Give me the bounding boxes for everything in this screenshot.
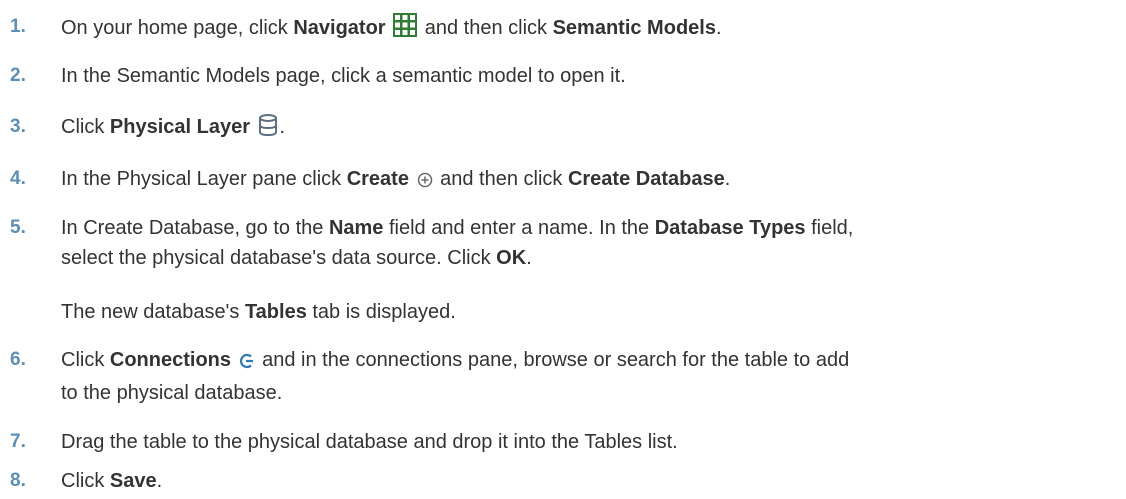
database-types-label: Database Types	[654, 217, 806, 239]
connections-icon	[239, 349, 255, 377]
step-2: 2. In the Semantic Models page, click a …	[0, 62, 1110, 92]
step-5-note: The new database's Tables tab is display…	[61, 301, 456, 323]
step-text: In the Semantic Models page, click a sem…	[61, 65, 626, 87]
step-number: 5.	[10, 217, 26, 238]
step-text: In the Physical Layer pane click Create …	[61, 165, 1110, 196]
step-3: 3. Click Physical Layer .	[0, 113, 1110, 143]
tables-tab-label: Tables	[244, 301, 307, 323]
step-text: Click Save.	[61, 470, 163, 492]
step-number: 8.	[10, 470, 26, 491]
ok-label: OK	[496, 247, 527, 269]
create-label: Create	[346, 168, 409, 190]
create-database-label: Create Database	[567, 168, 725, 190]
name-field-label: Name	[328, 217, 384, 239]
semantic-models-label: Semantic Models	[552, 17, 716, 39]
step-6-line-2: to the physical database.	[61, 382, 283, 404]
step-6: 6. Click Connections and in the connecti…	[0, 346, 1110, 406]
step-7: 7. Drag the table to the physical databa…	[0, 428, 1110, 458]
connections-label: Connections	[109, 349, 232, 371]
step-4: 4. In the Physical Layer pane click Crea…	[0, 165, 1110, 195]
step-number: 2.	[10, 65, 26, 86]
step-text: Click Connections and in the connections…	[61, 346, 1110, 407]
navigator-label: Navigator	[293, 17, 386, 39]
navigator-grid-icon	[393, 13, 418, 45]
step-number: 4.	[10, 168, 26, 189]
step-number: 1.	[10, 16, 26, 37]
step-number: 3.	[10, 116, 26, 137]
physical-layer-label: Physical Layer	[109, 116, 250, 138]
step-5-line-1: In Create Database, go to the Name field…	[61, 217, 854, 239]
step-1: 1. On your home page, click Navigator an…	[0, 13, 1110, 43]
step-number: 7.	[10, 431, 26, 452]
step-8: 8. Click Save.	[0, 467, 1110, 497]
step-5-line-2: select the physical database's data sour…	[61, 247, 532, 269]
step-text: On your home page, click Navigator and t…	[61, 13, 1110, 45]
step-6-line-1: Click Connections and in the connections…	[61, 346, 1110, 377]
procedure-steps: 1. On your home page, click Navigator an…	[0, 0, 1126, 499]
plus-circle-icon	[417, 168, 433, 196]
step-5: 5. In Create Database, go to the Name fi…	[0, 214, 1110, 274]
step-number: 6.	[10, 349, 26, 370]
save-label: Save	[109, 470, 157, 492]
step-text: Click Physical Layer .	[61, 113, 1110, 144]
step-text: Drag the table to the physical database …	[61, 431, 678, 453]
step-text: In Create Database, go to the Name field…	[61, 214, 1110, 272]
database-icon	[258, 114, 278, 144]
